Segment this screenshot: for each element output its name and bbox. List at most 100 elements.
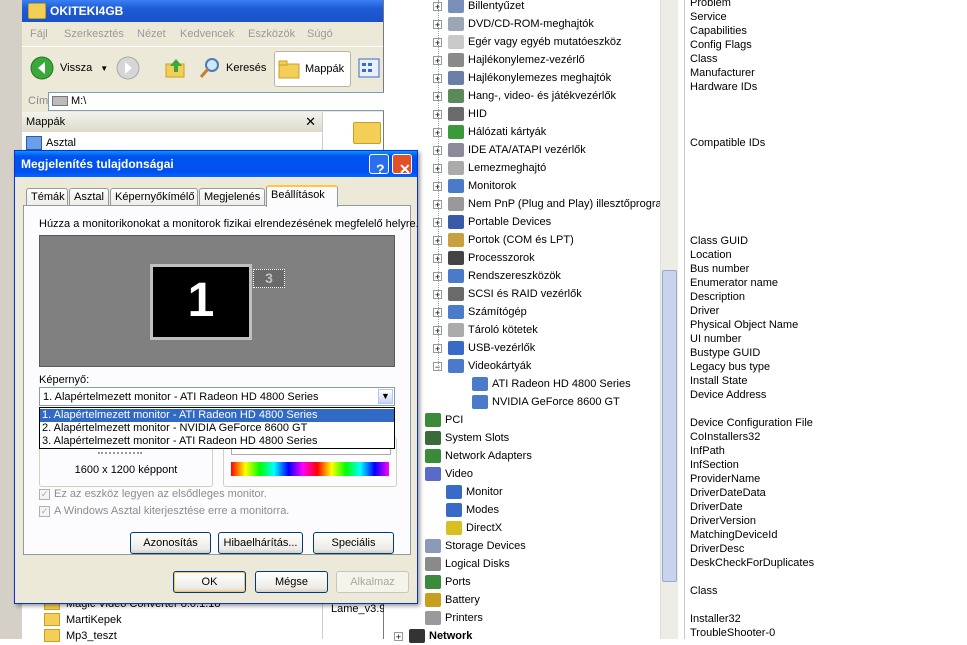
property-item[interactable]: Legacy bus type — [690, 361, 770, 373]
tree-item[interactable]: Battery — [410, 591, 480, 609]
tab-appearance[interactable]: Megjelenés — [199, 188, 265, 206]
tree-item[interactable]: + Hajlékonylemez-vezérlő — [433, 51, 585, 69]
screen-option[interactable]: 2. Alapértelmezett monitor - NVIDIA GeFo… — [40, 422, 394, 435]
screen-option[interactable]: 3. Alapértelmezett monitor - ATI Radeon … — [40, 435, 394, 448]
folders-button[interactable]: Mappák — [274, 51, 352, 87]
tab-screensaver[interactable]: Képernyőkímélő — [110, 188, 198, 206]
property-item[interactable]: ProviderName — [690, 473, 760, 485]
tree-item[interactable]: Video — [410, 465, 473, 483]
tree-item[interactable]: + IDE ATA/ATAPI vezérlők — [433, 141, 586, 159]
monitor-3-icon[interactable]: 3 — [253, 269, 285, 288]
property-item[interactable]: DriverVersion — [690, 515, 756, 527]
identify-button[interactable]: Azonosítás — [130, 532, 211, 554]
checkbox-checked-icon[interactable]: ✓ — [39, 488, 50, 500]
tree-item[interactable]: + Processzorok — [433, 249, 535, 267]
property-item[interactable]: CoInstallers32 — [690, 431, 760, 443]
close-button[interactable]: ✕ — [392, 154, 412, 177]
tree-item[interactable]: + Lemezmeghajtó — [433, 159, 546, 177]
property-item[interactable]: Service — [690, 11, 727, 23]
tree-item[interactable]: + Hang-, video- és játékvezérlők — [433, 87, 616, 105]
explorer-titlebar[interactable]: OKITEKI4GB — [22, 0, 383, 22]
property-item[interactable]: TroubleShooter-0 — [690, 627, 775, 639]
property-item[interactable]: Capabilities — [690, 25, 747, 37]
property-item[interactable]: InfSection — [690, 459, 739, 471]
tree-item[interactable]: + Hálózati kártyák — [433, 123, 546, 141]
primary-monitor-checkbox[interactable]: ✓ Ez az eszköz legyen az elsődleges moni… — [39, 488, 267, 500]
property-item[interactable]: UI number — [690, 333, 741, 345]
address-input[interactable]: M:\ — [48, 92, 385, 111]
menu-file[interactable]: Fájl — [30, 28, 48, 40]
property-item[interactable]: Description — [690, 291, 745, 303]
property-item[interactable]: DriverDate — [690, 501, 743, 513]
property-item[interactable]: Class GUID — [690, 235, 748, 247]
cancel-button[interactable]: Mégse — [255, 571, 328, 593]
property-item[interactable]: Device Configuration File — [690, 417, 813, 429]
property-item[interactable]: Problem — [690, 0, 731, 9]
property-item[interactable]: Install State — [690, 375, 747, 387]
apply-button[interactable]: Alkalmaz — [336, 571, 409, 593]
property-item[interactable]: Config Flags — [690, 39, 752, 51]
property-item[interactable]: Driver — [690, 305, 719, 317]
search-button[interactable]: Keresés — [198, 51, 266, 85]
tree-item[interactable]: Logical Disks — [410, 555, 510, 573]
menu-view[interactable]: Nézet — [137, 28, 166, 40]
property-item[interactable]: MatchingDeviceId — [690, 529, 777, 541]
menu-help[interactable]: Súgó — [307, 28, 333, 40]
screen-option[interactable]: 1. Alapértelmezett monitor - ATI Radeon … — [40, 409, 394, 422]
troubleshoot-button[interactable]: Hibaelhárítás... — [218, 532, 303, 554]
tree-item[interactable]: + SCSI és RAID vezérlők — [433, 285, 582, 303]
menu-edit[interactable]: Szerkesztés — [64, 28, 124, 40]
resolution-slider[interactable] — [98, 452, 142, 456]
tree-item[interactable]: Monitor — [446, 483, 503, 501]
property-item[interactable]: Compatible IDs — [690, 137, 765, 149]
tab-desktop[interactable]: Asztal — [69, 188, 109, 206]
folder-item[interactable]: MartiKepek — [44, 613, 122, 626]
property-item[interactable]: Manufacturer — [690, 67, 755, 79]
up-folder-button[interactable] — [164, 51, 188, 85]
tree-item[interactable]: + Monitorok — [433, 177, 516, 195]
menu-tools[interactable]: Eszközök — [248, 28, 295, 40]
file-label[interactable]: Lame_v3.9 — [331, 603, 385, 615]
tree-item[interactable]: Network Adapters — [410, 447, 532, 465]
views-button[interactable] — [358, 51, 380, 85]
tree-item[interactable]: + Rendszereszközök — [433, 267, 561, 285]
folder-icon[interactable] — [353, 122, 381, 144]
tree-item[interactable]: Modes — [446, 501, 499, 519]
monitor-1-icon[interactable]: 1 — [150, 264, 252, 340]
tree-item[interactable]: + Network — [394, 627, 472, 645]
tree-item[interactable]: + Egér vagy egyéb mutatóeszköz — [433, 33, 621, 51]
tree-item[interactable]: − Videokártyák — [433, 357, 531, 375]
tree-item[interactable]: Storage Devices — [410, 537, 526, 555]
tree-item[interactable]: Ports — [410, 573, 471, 591]
tree-item[interactable]: PCI — [410, 411, 463, 429]
tree-item[interactable]: + HID — [433, 105, 487, 123]
property-item[interactable]: DeskCheckForDuplicates — [690, 557, 814, 569]
property-item[interactable]: Bustype GUID — [690, 347, 760, 359]
chevron-down-icon[interactable]: ▼ — [100, 64, 108, 73]
menu-favorites[interactable]: Kedvencek — [180, 28, 234, 40]
property-item[interactable]: Installer32 — [690, 613, 741, 625]
tab-themes[interactable]: Témák — [26, 188, 68, 206]
property-item[interactable]: Device Address — [690, 389, 766, 401]
extend-desktop-checkbox[interactable]: ✓ A Windows Asztal kiterjesztése erre a … — [39, 505, 289, 517]
screen-select[interactable]: 1. Alapértelmezett monitor - ATI Radeon … — [39, 387, 395, 406]
tree-item[interactable]: ATI Radeon HD 4800 Series — [472, 375, 631, 393]
tree-item[interactable]: + Nem PnP (Plug and Play) illesztőprogram — [433, 195, 671, 213]
tree-item[interactable]: + Portable Devices — [433, 213, 551, 231]
tree-item[interactable]: NVIDIA GeForce 8600 GT — [472, 393, 620, 411]
property-item[interactable]: Class — [690, 53, 718, 65]
property-item[interactable]: Enumerator name — [690, 277, 778, 289]
folder-item[interactable]: Asztal — [26, 136, 76, 150]
tab-settings[interactable]: Beállítások — [266, 185, 338, 207]
property-item[interactable]: DriverDesc — [690, 543, 744, 555]
tree-item[interactable]: + Hajlékonylemezes meghajtók — [433, 69, 611, 87]
tree-item[interactable]: + Tároló kötetek — [433, 321, 538, 339]
tree-item[interactable]: + Billentyűzet — [433, 0, 524, 15]
property-item[interactable]: DriverDateData — [690, 487, 766, 499]
tree-item[interactable]: Printers — [410, 609, 483, 627]
back-button[interactable]: Vissza ▼ — [30, 51, 108, 85]
tree-item[interactable]: + DVD/CD-ROM-meghajtók — [433, 15, 594, 33]
property-item[interactable]: Class — [690, 585, 718, 597]
scrollbar-thumb[interactable] — [662, 270, 677, 582]
property-item[interactable]: Physical Object Name — [690, 319, 798, 331]
